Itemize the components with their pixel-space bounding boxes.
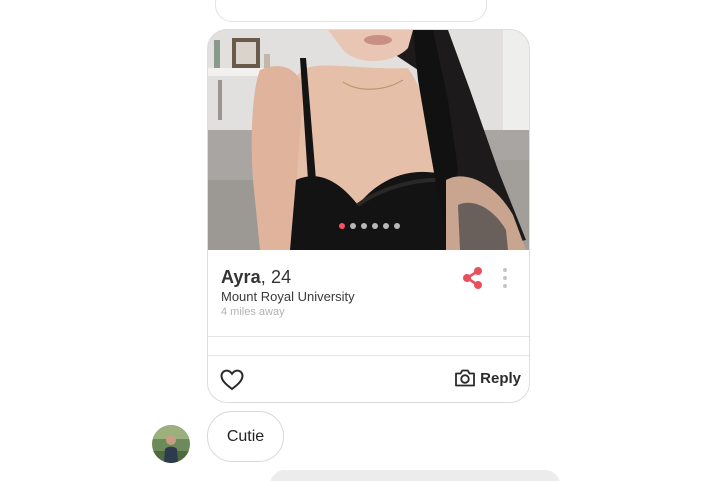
profile-distance: 4 miles away [221, 306, 285, 318]
photo-indicator-dot [383, 223, 389, 229]
photo-indicator-dot [372, 223, 378, 229]
previous-message-bubble [215, 0, 487, 22]
card-divider [208, 337, 529, 356]
chat-screen: Ayra, 24 Mount Royal University 4 miles … [0, 0, 720, 481]
shared-profile-card[interactable]: Ayra, 24 Mount Royal University 4 miles … [207, 29, 530, 403]
more-options-button[interactable] [501, 267, 509, 289]
user-avatar [152, 425, 190, 463]
profile-photo-image [208, 30, 529, 250]
profile-age: , 24 [260, 267, 292, 287]
camera-icon [455, 369, 476, 387]
photo-indicator-dot [339, 223, 345, 229]
profile-info: Ayra, 24 Mount Royal University 4 miles … [208, 250, 529, 337]
card-actions: Reply [208, 356, 529, 402]
profile-photo[interactable] [208, 30, 529, 250]
profile-name-age: Ayra, 24 [221, 267, 291, 288]
photo-page-indicator [208, 223, 529, 229]
like-button[interactable] [220, 369, 244, 391]
reply-label: Reply [480, 369, 521, 387]
more-vertical-icon [503, 268, 507, 288]
photo-indicator-dot [361, 223, 367, 229]
photo-indicator-dot [394, 223, 400, 229]
message-text: Cutie [226, 427, 265, 445]
sender-avatar[interactable] [152, 425, 190, 463]
reply-button[interactable]: Reply [454, 368, 521, 388]
share-button[interactable] [460, 265, 486, 291]
profile-name: Ayra [221, 267, 261, 287]
next-message-bubble [270, 470, 560, 481]
message-bubble[interactable]: Cutie [207, 411, 284, 462]
photo-indicator-dot [350, 223, 356, 229]
share-icon [463, 267, 482, 289]
profile-school: Mount Royal University [221, 289, 355, 304]
heart-icon [220, 369, 244, 391]
